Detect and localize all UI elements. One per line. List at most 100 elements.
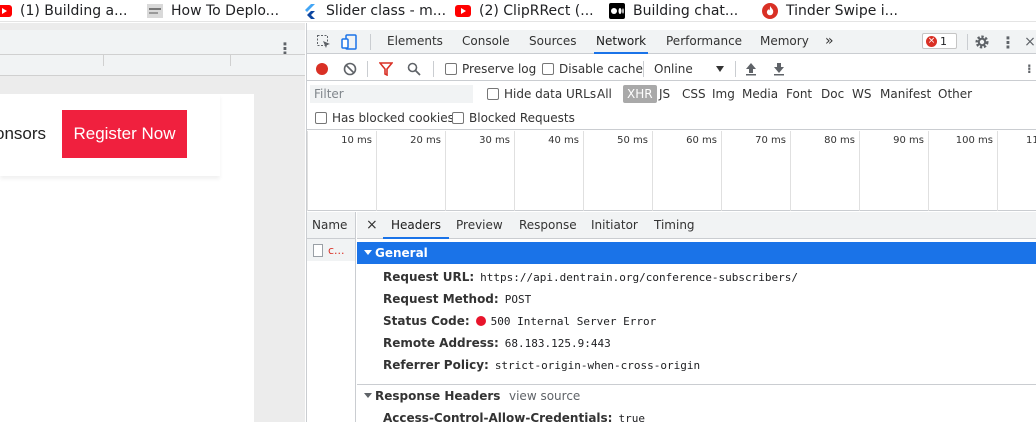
response-headers-section-header[interactable]: Response Headers view source bbox=[357, 384, 1036, 408]
filter-type-manifest[interactable]: Manifest bbox=[880, 85, 931, 103]
record-icon[interactable] bbox=[315, 61, 329, 77]
filter-type-js[interactable]: JS bbox=[659, 85, 670, 103]
error-count: 1 bbox=[940, 34, 947, 48]
blocked-requests-label: Blocked Requests bbox=[469, 111, 575, 125]
access-control-row: Access-Control-Allow-Credentials: true bbox=[383, 408, 645, 422]
preserve-log-checkbox[interactable]: Preserve log bbox=[445, 61, 536, 77]
tab-timing[interactable]: Timing bbox=[654, 212, 695, 239]
file-icon bbox=[313, 243, 323, 257]
timeline-tick: 10 ms bbox=[307, 131, 376, 211]
close-detail-icon[interactable]: × bbox=[366, 212, 378, 239]
flutter-icon bbox=[302, 3, 318, 19]
filter-type-doc[interactable]: Doc bbox=[821, 85, 844, 103]
export-har-icon[interactable] bbox=[773, 61, 785, 77]
remote-address-row: Remote Address: 68.183.125.9:443 bbox=[383, 333, 611, 353]
network-toolbar: Preserve log Disable cache Online ⁝ bbox=[307, 57, 1036, 81]
bookmark-1[interactable]: (1) Building a... bbox=[0, 0, 127, 21]
timeline-tick: 40 ms bbox=[514, 131, 583, 211]
device-ruler bbox=[0, 54, 305, 66]
settings-gear-icon[interactable] bbox=[973, 33, 991, 51]
request-row[interactable]: c... bbox=[307, 239, 355, 261]
tab-elements[interactable]: Elements bbox=[387, 30, 443, 54]
access-control-value: true bbox=[618, 411, 645, 422]
checkbox-icon bbox=[445, 63, 457, 75]
close-devtools-icon[interactable]: × bbox=[1021, 33, 1036, 51]
timeline-tick: 70 ms bbox=[721, 131, 790, 211]
more-tabs-icon[interactable]: » bbox=[825, 30, 834, 54]
checkbox-icon bbox=[487, 88, 499, 100]
referrer-policy-value: strict-origin-when-cross-origin bbox=[494, 358, 701, 372]
status-code-row: Status Code: 500 Internal Server Error bbox=[383, 311, 656, 331]
error-icon: × bbox=[926, 35, 937, 47]
has-blocked-cookies-checkbox[interactable]: Has blocked cookies bbox=[315, 110, 454, 126]
remote-address-value: 68.183.125.9:443 bbox=[504, 336, 611, 350]
referrer-policy-row: Referrer Policy: strict-origin-when-cros… bbox=[383, 355, 700, 375]
has-blocked-cookies-label: Has blocked cookies bbox=[332, 111, 454, 125]
tab-sources[interactable]: Sources bbox=[529, 30, 576, 54]
tab-preview[interactable]: Preview bbox=[456, 212, 503, 239]
checkbox-icon bbox=[315, 112, 327, 124]
customize-menu-icon[interactable]: ⋮ bbox=[999, 33, 1017, 52]
preserve-log-label: Preserve log bbox=[462, 62, 537, 76]
filter-type-img[interactable]: Img bbox=[712, 85, 735, 103]
filter-type-xhr[interactable]: XHR bbox=[623, 85, 657, 103]
filter-input[interactable] bbox=[310, 85, 473, 103]
view-source-link[interactable]: view source bbox=[509, 385, 580, 407]
clear-icon[interactable] bbox=[343, 61, 357, 77]
tinder-icon bbox=[762, 3, 778, 19]
throttling-select[interactable]: Online bbox=[654, 61, 724, 77]
page-toolbar: ⋮ bbox=[0, 30, 305, 76]
general-section-header[interactable]: General bbox=[357, 242, 1036, 264]
field-key: Status Code: bbox=[383, 314, 470, 328]
bookmark-2[interactable]: How To Deplo... bbox=[147, 0, 280, 21]
network-settings-icon[interactable]: ⁝ bbox=[1027, 61, 1032, 77]
tab-headers[interactable]: Headers bbox=[383, 212, 449, 239]
bookmark-3[interactable]: Slider class - m... bbox=[302, 0, 446, 21]
filter-type-media[interactable]: Media bbox=[742, 85, 778, 103]
tab-network[interactable]: Network bbox=[594, 30, 649, 54]
general-title: General bbox=[375, 246, 428, 260]
page-content: onsors Register Now bbox=[0, 94, 254, 422]
hide-data-urls-checkbox[interactable]: Hide data URLs bbox=[487, 86, 596, 102]
timeline-tick: 80 ms bbox=[790, 131, 859, 211]
bookmark-label: How To Deplo... bbox=[171, 3, 280, 19]
disable-cache-checkbox[interactable]: Disable cache bbox=[542, 61, 643, 77]
throttling-value: Online bbox=[654, 62, 693, 76]
tab-performance[interactable]: Performance bbox=[666, 30, 742, 54]
filter-type-all[interactable]: All bbox=[597, 85, 612, 103]
request-name: c... bbox=[328, 243, 345, 257]
tab-initiator[interactable]: Initiator bbox=[591, 212, 638, 239]
network-timeline-overview: 10 ms 20 ms 30 ms 40 ms 50 ms 60 ms 70 m… bbox=[307, 131, 1036, 211]
bookmark-5[interactable]: Building chat... bbox=[609, 0, 738, 21]
error-count-badge[interactable]: × 1 bbox=[922, 33, 957, 49]
tab-memory[interactable]: Memory bbox=[760, 30, 809, 54]
nav-link-sponsors[interactable]: onsors bbox=[0, 124, 46, 144]
import-har-icon[interactable] bbox=[745, 61, 757, 77]
bookmark-6[interactable]: Tinder Swipe i... bbox=[762, 0, 898, 21]
filter-type-css[interactable]: CSS bbox=[682, 85, 706, 103]
inspect-element-icon[interactable] bbox=[315, 33, 333, 51]
name-column-header[interactable]: Name bbox=[307, 212, 355, 239]
bookmark-4[interactable]: (2) ClipRRect (... bbox=[455, 0, 594, 21]
response-headers-title: Response Headers bbox=[375, 389, 501, 403]
youtube-icon bbox=[0, 3, 12, 19]
devtools-panel: Elements Console Sources Network Perform… bbox=[306, 23, 1036, 422]
device-toolbar-icon[interactable] bbox=[340, 33, 358, 51]
filter-bar-secondary: Has blocked cookies Blocked Requests bbox=[307, 106, 1036, 130]
field-key: Request Method: bbox=[383, 292, 499, 306]
devtools-tab-bar: Elements Console Sources Network Perform… bbox=[307, 30, 1036, 54]
request-method-row: Request Method: POST bbox=[383, 289, 531, 309]
register-now-button[interactable]: Register Now bbox=[62, 110, 187, 158]
blocked-requests-checkbox[interactable]: Blocked Requests bbox=[452, 110, 575, 126]
bookmark-label: (2) ClipRRect (... bbox=[479, 3, 594, 19]
request-method-value: POST bbox=[504, 292, 532, 306]
filter-type-ws[interactable]: WS bbox=[852, 85, 871, 103]
tab-response[interactable]: Response bbox=[519, 212, 577, 239]
timeline-tick: 60 ms bbox=[652, 131, 721, 211]
search-icon[interactable] bbox=[407, 61, 421, 77]
status-code-value: 500 Internal Server Error bbox=[490, 314, 657, 328]
filter-type-other[interactable]: Other bbox=[938, 85, 972, 103]
tab-console[interactable]: Console bbox=[462, 30, 510, 54]
filter-type-font[interactable]: Font bbox=[786, 85, 812, 103]
filter-funnel-icon[interactable] bbox=[379, 61, 393, 77]
